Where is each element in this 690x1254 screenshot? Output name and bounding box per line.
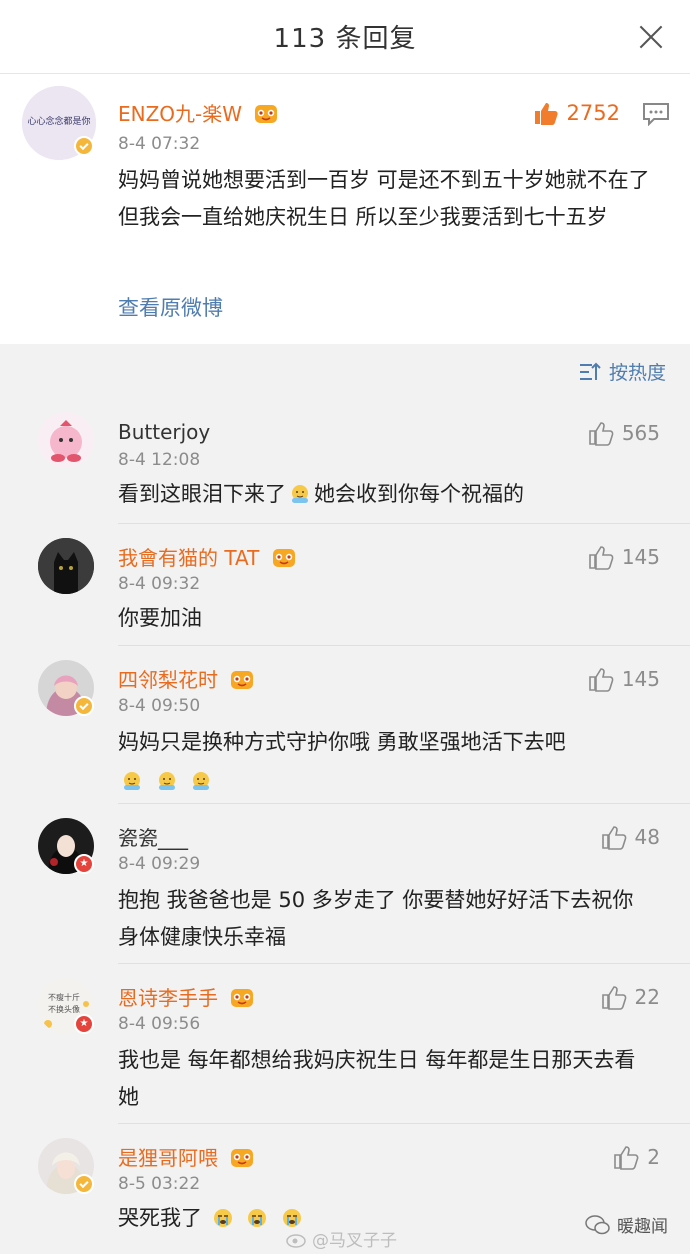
- vip-icon: [255, 105, 278, 123]
- like-button[interactable]: 565: [588, 420, 660, 446]
- thumbs-up-icon: [589, 668, 614, 692]
- username-text[interactable]: 四邻梨花时: [118, 668, 218, 692]
- like-button[interactable]: 22: [601, 984, 660, 1010]
- watermark-text: 暖趣闻: [617, 1217, 668, 1237]
- comment-text: 抱抱 我爸爸也是 50 多岁走了 你要替她好好活下去祝你身体健康快乐幸福: [118, 888, 634, 949]
- verified-badge: [74, 1174, 94, 1194]
- timestamp: 8-4 09:32: [118, 574, 201, 594]
- wechat-icon: [585, 1214, 610, 1234]
- comment-text: 看到这眼泪下来了 她会收到你每个祝福的: [118, 476, 666, 513]
- like-count: 145: [621, 667, 660, 691]
- verified-badge: [74, 136, 94, 156]
- hug-emoji-icon: [158, 772, 175, 790]
- avatar-text: 不瘦十斤: [48, 992, 80, 1002]
- username-text[interactable]: 我會有猫的 TAT: [118, 546, 259, 570]
- comment-text: 你要加油: [118, 606, 202, 630]
- like-count: 22: [634, 985, 660, 1009]
- like-count: 48: [634, 825, 660, 849]
- hug-emoji-icon: [124, 772, 140, 790]
- like-button[interactable]: 48: [601, 824, 660, 850]
- username-text[interactable]: 是狸哥阿喂: [118, 1146, 218, 1170]
- verified-badge: [74, 696, 94, 716]
- like-count: 2: [647, 1145, 660, 1169]
- avatar[interactable]: [38, 538, 94, 594]
- sort-label: 按热度: [608, 362, 666, 384]
- timestamp: 8-4 09:56: [118, 1014, 201, 1034]
- comment-item: 不瘦十斤 不换头像 恩诗李手手 8-4 09:56 22 我也是 每年都想给我妈…: [0, 964, 690, 1124]
- weibo-icon: [286, 1233, 306, 1248]
- like-button[interactable]: 145: [588, 544, 660, 570]
- avatar[interactable]: [38, 412, 94, 468]
- comment-icon[interactable]: [642, 102, 670, 126]
- header-bar: 113 条回复: [0, 0, 690, 74]
- close-icon[interactable]: [634, 20, 668, 54]
- comment-text-part: 她会收到你每个祝福的: [314, 482, 524, 506]
- thumbs-up-icon: [601, 826, 626, 850]
- username-text[interactable]: ENZO九-楽W: [118, 102, 242, 126]
- comment-item: Butterjoy 8-4 12:08 565 看到这眼泪下来了 她会收到你每个…: [0, 400, 690, 524]
- verified-badge: [74, 854, 94, 874]
- username[interactable]: 是狸哥阿喂: [118, 1142, 254, 1171]
- timestamp: 8-4 09:29: [118, 854, 201, 874]
- username[interactable]: 四邻梨花时: [118, 664, 254, 693]
- page-title: 113 条回复: [273, 24, 417, 54]
- vip-icon: [272, 549, 295, 567]
- comment-text-part: 看到这眼泪下来了: [118, 482, 286, 506]
- comment-text-part: 哭死我了: [118, 1206, 202, 1230]
- username[interactable]: 我會有猫的 TAT: [118, 542, 296, 571]
- view-original-link[interactable]: 查看原微博: [118, 292, 223, 322]
- avatar-text: 心心念念都是你: [27, 115, 90, 127]
- sort-bar: 按热度: [0, 344, 690, 398]
- timestamp: 8-4 09:50: [118, 696, 201, 716]
- username[interactable]: 恩诗李手手: [118, 982, 254, 1011]
- like-count: 2752: [566, 101, 620, 125]
- like-button[interactable]: 145: [588, 666, 660, 692]
- crying-emoji-icon: [248, 1209, 267, 1227]
- comment-text: 我也是 每年都想给我妈庆祝生日 每年都是生日那天去看她: [118, 1048, 636, 1109]
- verified-badge: [74, 1014, 94, 1034]
- like-count: 145: [621, 545, 660, 569]
- avatar-text: 不换头像: [48, 1004, 80, 1014]
- like-count: 565: [621, 421, 660, 445]
- comment-item: 我會有猫的 TAT 8-4 09:32 145 你要加油: [0, 524, 690, 646]
- vip-icon: [231, 671, 254, 689]
- sort-icon: [579, 362, 601, 380]
- comment-text: 妈妈曾说她想要活到一百岁 可是还不到五十岁她就不在了 但我会一直给她庆祝生日 所…: [118, 168, 650, 229]
- thumbs-up-icon: [614, 1146, 639, 1170]
- timestamp: 8-4 07:32: [118, 134, 201, 154]
- timestamp: 8-5 03:22: [118, 1174, 201, 1194]
- username[interactable]: ENZO九-楽W: [118, 98, 278, 127]
- thumbs-up-icon: [589, 422, 614, 446]
- sort-button[interactable]: 按热度: [579, 358, 666, 385]
- watermark-account: 暖趣闻: [585, 1212, 668, 1237]
- thumbs-up-icon: [534, 103, 558, 125]
- crying-emoji-icon: [213, 1209, 232, 1227]
- vip-icon: [231, 1149, 254, 1167]
- username-text[interactable]: 恩诗李手手: [118, 986, 218, 1010]
- main-comment: 心心念念都是你 ENZO九-楽W 8-4 07:32 2752 妈妈曾说她想要活…: [0, 74, 690, 344]
- thumbs-up-icon: [601, 986, 626, 1010]
- watermark-text: @马叉子子: [312, 1231, 397, 1251]
- comment-text: 妈妈只是换种方式守护你哦 勇敢坚强地活下去吧: [118, 724, 666, 800]
- timestamp: 8-4 12:08: [118, 450, 201, 470]
- like-button[interactable]: 2752: [533, 100, 620, 126]
- username[interactable]: Butterjoy: [118, 420, 210, 444]
- hug-emoji-icon: [292, 485, 308, 503]
- hug-emoji-icon: [193, 772, 210, 790]
- vip-icon: [231, 989, 254, 1007]
- comment-item: 瓷瓷___ 8-4 09:29 48 抱抱 我爸爸也是 50 多岁走了 你要替她…: [0, 804, 690, 964]
- thumbs-up-icon: [589, 546, 614, 570]
- watermark-weibo: @马叉子子: [286, 1226, 397, 1251]
- comment-text-line: 妈妈只是换种方式守护你哦 勇敢坚强地活下去吧: [118, 730, 566, 754]
- like-button[interactable]: 2: [613, 1144, 660, 1170]
- username[interactable]: 瓷瓷___: [118, 822, 188, 851]
- emoji-row: [118, 763, 666, 800]
- comment-item: 四邻梨花时 8-4 09:50 145 妈妈只是换种方式守护你哦 勇敢坚强地活下…: [0, 646, 690, 804]
